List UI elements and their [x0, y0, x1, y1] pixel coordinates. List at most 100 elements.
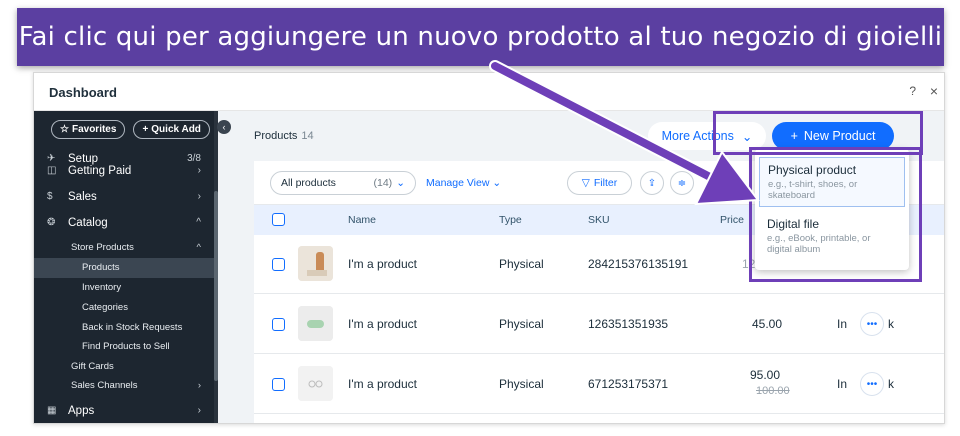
product-thumbnail: [298, 246, 333, 281]
inventory-status-tail: k: [888, 377, 894, 391]
window-topbar: Dashboard ? ×: [34, 73, 944, 111]
chevron-right-icon: ›: [197, 380, 201, 391]
product-type: Physical: [499, 377, 544, 391]
menu-highlight: [749, 147, 922, 282]
apps-icon: ▦: [47, 405, 57, 416]
chevron-right-icon: ›: [197, 165, 201, 176]
table-row[interactable]: I'm a product Physical 671253175371 95.0…: [254, 355, 944, 414]
filter-label: Filter: [593, 177, 618, 189]
view-selector-count: (14): [373, 177, 393, 189]
dollar-icon: $: [47, 191, 53, 202]
product-name[interactable]: I'm a product: [348, 257, 417, 271]
sliders-icon: ≑: [677, 177, 687, 189]
wallet-icon: ◫: [47, 165, 57, 176]
chevron-up-icon: ^: [196, 242, 201, 253]
quick-add-button[interactable]: + Quick Add: [133, 120, 210, 139]
sidebar: ☆ Favorites + Quick Add ✈ Setup 3/8 ◫ Ge…: [34, 111, 214, 423]
sidebar-sub-label: Sales Channels: [71, 380, 138, 391]
product-count: 14: [301, 130, 314, 142]
product-thumbnail: [298, 366, 333, 401]
product-price: 95.00: [750, 368, 781, 382]
product-sku: 671253175371: [588, 377, 669, 391]
sidebar-item-sales-channels[interactable]: Sales Channels ›: [34, 377, 214, 395]
search-input[interactable]: Search...: [706, 177, 748, 189]
sidebar-item-gift-cards[interactable]: Gift Cards: [34, 358, 214, 376]
chevron-right-icon: ›: [197, 405, 201, 416]
inventory-status: In: [837, 377, 848, 391]
page-title: Products 14: [254, 130, 314, 142]
sidebar-sub-label: Find Products to Sell: [82, 341, 170, 352]
filter-button[interactable]: ▽ Filter: [567, 171, 632, 195]
upload-icon: ⇪: [647, 177, 657, 189]
sidebar-collapse-button[interactable]: ‹: [217, 120, 231, 134]
row-actions-button[interactable]: •••: [860, 372, 884, 396]
sidebar-sub-label: Categories: [82, 302, 128, 313]
product-sku: 284215376135191: [588, 257, 689, 271]
quick-add-label: Quick Add: [151, 124, 201, 135]
product-image: [298, 246, 333, 281]
row-checkbox[interactable]: [272, 258, 285, 271]
chevron-down-icon: ⌄: [492, 177, 502, 189]
settings-button[interactable]: ≑: [670, 171, 694, 195]
product-name[interactable]: I'm a product: [348, 317, 417, 331]
help-icon[interactable]: ?: [909, 84, 916, 98]
sidebar-actions: ☆ Favorites + Quick Add: [51, 120, 210, 139]
view-selector[interactable]: All products (14) ⌄: [270, 171, 416, 195]
close-icon[interactable]: ×: [930, 83, 938, 99]
row-checkbox[interactable]: [272, 318, 285, 331]
plus-icon: +: [142, 124, 149, 135]
table-row[interactable]: I'm a product Physical 126351351935 45.0…: [254, 295, 944, 354]
filter-icon: ▽: [581, 177, 590, 189]
star-icon: ☆: [60, 124, 69, 135]
sidebar-sub-label: Inventory: [82, 282, 122, 293]
banner-text: Fai clic qui per aggiungere un nuovo pro…: [18, 22, 943, 52]
product-old-price: 100.00: [756, 385, 790, 397]
more-icon: •••: [866, 318, 878, 330]
sidebar-item-label: Setup: [68, 153, 99, 165]
page-title-text: Products: [254, 130, 298, 142]
export-button[interactable]: ⇪: [640, 171, 664, 195]
sidebar-item-label: Apps: [68, 405, 95, 417]
chevron-right-icon: ›: [197, 191, 201, 202]
favorites-label: Favorites: [71, 124, 117, 135]
more-icon: •••: [866, 378, 878, 390]
sidebar-item-label: Sales: [68, 191, 97, 203]
instruction-banner: Fai clic qui per aggiungere un nuovo pro…: [17, 8, 944, 66]
chevron-up-icon: ^: [196, 217, 201, 228]
favorites-button[interactable]: ☆ Favorites: [51, 120, 126, 139]
product-sku: 126351351935: [588, 317, 669, 331]
product-image: [298, 366, 333, 401]
sidebar-item-label: Catalog: [68, 217, 108, 229]
sidebar-item-find-products[interactable]: Find Products to Sell: [34, 338, 214, 356]
inventory-status-tail: k: [888, 317, 894, 331]
rocket-icon: ✈: [47, 153, 56, 164]
sidebar-item-inventory[interactable]: Inventory: [34, 279, 214, 297]
window-title: Dashboard: [49, 85, 117, 100]
row-actions-button[interactable]: •••: [860, 312, 884, 336]
sidebar-item-products[interactable]: Products: [34, 258, 214, 278]
sidebar-item-store-products[interactable]: Store Products ^: [34, 239, 214, 257]
row-checkbox[interactable]: [272, 378, 285, 391]
chevron-down-icon: ⌄: [396, 177, 405, 189]
product-image: [298, 306, 333, 341]
column-header-name[interactable]: Name: [348, 214, 376, 226]
product-name[interactable]: I'm a product: [348, 377, 417, 391]
sidebar-item-categories[interactable]: Categories: [34, 299, 214, 317]
catalog-icon: ❂: [47, 217, 56, 228]
sidebar-sub-label: Back in Stock Requests: [82, 322, 183, 333]
sidebar-item-back-in-stock[interactable]: Back in Stock Requests: [34, 319, 214, 337]
sidebar-sub-label: Products: [82, 262, 120, 273]
product-price: 45.00: [752, 317, 783, 331]
product-type: Physical: [499, 317, 544, 331]
canvas: Fai clic qui per aggiungere un nuovo pro…: [0, 0, 960, 436]
column-header-price[interactable]: Price: [720, 214, 744, 226]
inventory-status: In: [837, 317, 848, 331]
view-selector-label: All products: [281, 177, 336, 189]
column-header-sku[interactable]: SKU: [588, 214, 610, 226]
manage-view-link[interactable]: Manage View ⌄: [426, 177, 501, 189]
select-all-checkbox[interactable]: [272, 213, 285, 226]
product-thumbnail: [298, 306, 333, 341]
product-type: Physical: [499, 257, 544, 271]
manage-view-label: Manage View: [426, 177, 490, 189]
column-header-type[interactable]: Type: [499, 214, 522, 226]
